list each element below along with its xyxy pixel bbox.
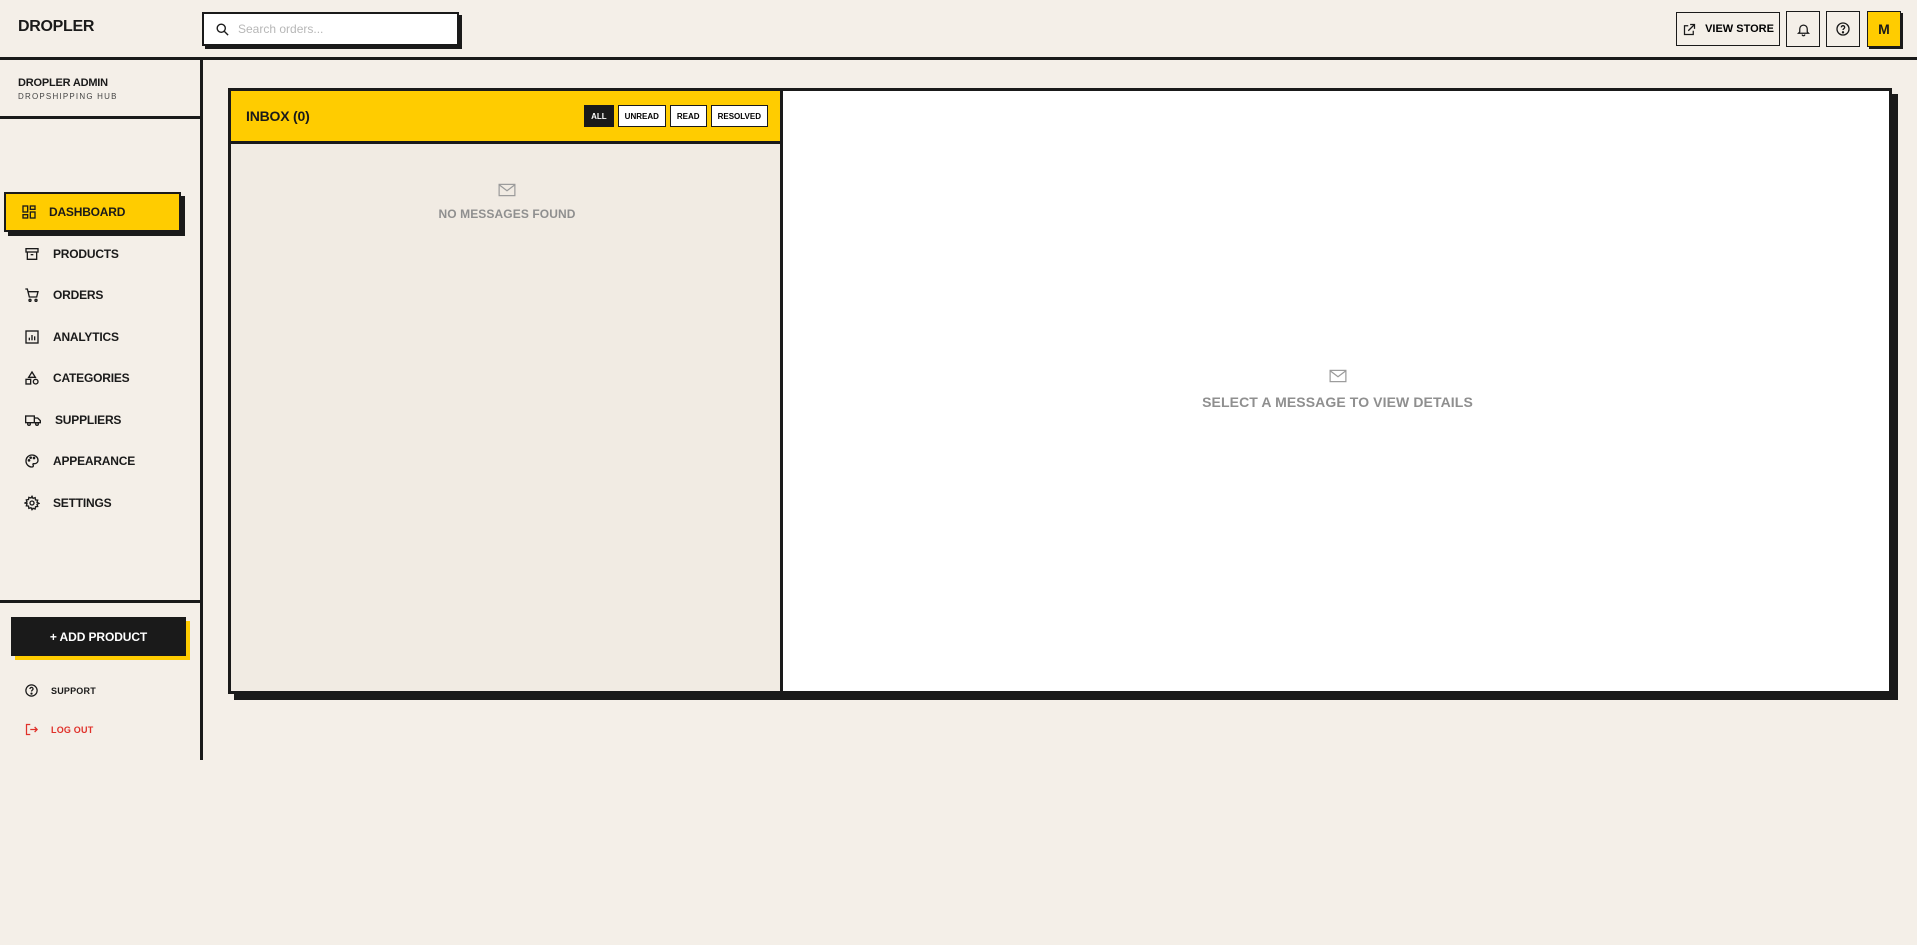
view-store-label: VIEW STORE bbox=[1705, 23, 1774, 35]
notifications-button[interactable] bbox=[1786, 11, 1820, 47]
filter-unread[interactable]: UNREAD bbox=[617, 105, 666, 127]
sidebar-item-products[interactable]: PRODUCTS bbox=[24, 241, 194, 267]
support-link[interactable]: SUPPORT bbox=[24, 683, 96, 698]
filter-resolved[interactable]: RESOLVED bbox=[710, 105, 768, 127]
app-logo[interactable]: DROPLER bbox=[18, 18, 94, 36]
sidebar: DROPLER ADMIN DROPSHIPPING HUB DASHBOARD… bbox=[0, 60, 203, 760]
message-detail-pane: SELECT A MESSAGE TO VIEW DETAILS bbox=[786, 91, 1889, 691]
sidebar-item-orders[interactable]: ORDERS bbox=[24, 282, 194, 308]
inbox-header: INBOX (0) ALL UNREAD READ RESOLVED bbox=[231, 91, 780, 144]
help-icon bbox=[1835, 21, 1851, 37]
filter-all[interactable]: ALL bbox=[584, 105, 614, 127]
sidebar-item-settings[interactable]: SETTINGS bbox=[24, 490, 194, 516]
sidebar-item-label: PRODUCTS bbox=[53, 247, 119, 261]
help-icon bbox=[24, 683, 39, 698]
truck-icon bbox=[24, 412, 42, 428]
dashboard-icon bbox=[21, 204, 37, 220]
bell-icon bbox=[1796, 22, 1811, 37]
logout-label: LOG OUT bbox=[51, 724, 94, 735]
sidebar-item-label: SETTINGS bbox=[53, 496, 112, 510]
archive-icon bbox=[24, 246, 40, 262]
empty-detail-text: SELECT A MESSAGE TO VIEW DETAILS bbox=[1202, 394, 1473, 410]
search-input[interactable] bbox=[238, 22, 438, 36]
logout-icon bbox=[24, 722, 39, 737]
sidebar-item-dashboard[interactable]: DASHBOARD bbox=[4, 192, 181, 232]
help-button[interactable] bbox=[1826, 11, 1860, 47]
view-store-button[interactable]: VIEW STORE bbox=[1676, 12, 1780, 46]
empty-inbox-text: NO MESSAGES FOUND bbox=[438, 207, 576, 221]
sidebar-item-label: DASHBOARD bbox=[49, 205, 126, 219]
brand-subtitle: DROPSHIPPING HUB bbox=[18, 92, 118, 101]
add-product-button[interactable]: + ADD PRODUCT bbox=[11, 617, 186, 656]
avatar[interactable]: M bbox=[1867, 11, 1901, 47]
sidebar-brand: DROPLER ADMIN DROPSHIPPING HUB bbox=[0, 60, 200, 119]
sidebar-item-analytics[interactable]: ANALYTICS bbox=[24, 324, 194, 350]
logout-link[interactable]: LOG OUT bbox=[24, 722, 93, 737]
mail-icon bbox=[498, 183, 516, 197]
mail-icon bbox=[1329, 369, 1347, 383]
shapes-icon bbox=[24, 370, 40, 386]
palette-icon bbox=[24, 453, 40, 469]
sidebar-item-label: ANALYTICS bbox=[53, 330, 119, 344]
sidebar-item-suppliers[interactable]: SUPPLIERS bbox=[24, 407, 194, 433]
top-bar: DROPLER VIEW STORE M bbox=[0, 0, 1917, 60]
search-icon bbox=[215, 22, 230, 37]
gear-icon bbox=[24, 495, 40, 511]
sidebar-item-label: APPEARANCE bbox=[53, 454, 136, 468]
messages-panel: INBOX (0) ALL UNREAD READ RESOLVED NO ME… bbox=[228, 88, 1892, 694]
analytics-icon bbox=[24, 329, 40, 345]
brand-name: DROPLER ADMIN bbox=[18, 77, 108, 89]
filter-read[interactable]: READ bbox=[669, 105, 707, 127]
sidebar-footer: + ADD PRODUCT SUPPORT LOG OUT bbox=[0, 600, 200, 760]
inbox-empty-state: NO MESSAGES FOUND bbox=[231, 183, 783, 221]
detail-empty-state: SELECT A MESSAGE TO VIEW DETAILS bbox=[786, 369, 1889, 410]
sidebar-item-label: SUPPLIERS bbox=[55, 413, 122, 427]
sidebar-item-label: ORDERS bbox=[53, 288, 104, 302]
inbox-pane: INBOX (0) ALL UNREAD READ RESOLVED NO ME… bbox=[231, 91, 783, 691]
support-label: SUPPORT bbox=[51, 685, 96, 696]
inbox-title: INBOX (0) bbox=[246, 108, 310, 124]
sidebar-item-label: CATEGORIES bbox=[53, 371, 130, 385]
search-box[interactable] bbox=[202, 12, 459, 46]
sidebar-item-categories[interactable]: CATEGORIES bbox=[24, 365, 194, 391]
external-link-icon bbox=[1682, 22, 1697, 37]
inbox-filters: ALL UNREAD READ RESOLVED bbox=[584, 105, 768, 127]
cart-icon bbox=[24, 287, 40, 303]
sidebar-item-appearance[interactable]: APPEARANCE bbox=[24, 448, 194, 474]
